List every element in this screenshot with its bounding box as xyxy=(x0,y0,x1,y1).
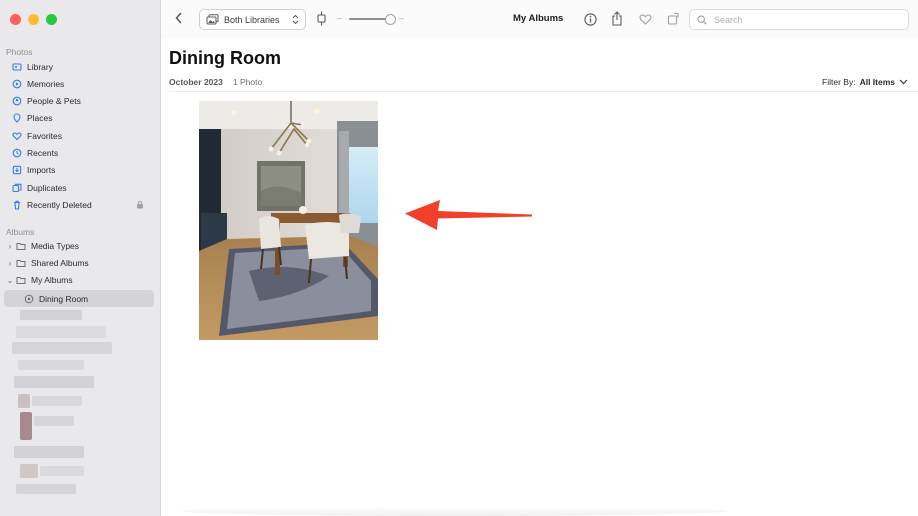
sidebar-item-people-pets[interactable]: People & Pets xyxy=(4,93,154,109)
bottom-shadow xyxy=(181,506,728,516)
folder-icon xyxy=(16,258,26,268)
search-input[interactable] xyxy=(712,13,896,26)
chevron-down-icon xyxy=(899,79,908,85)
photo-count: 1 Photo xyxy=(232,77,263,87)
photos-window: Photos Library Memories People & Pets Pl… xyxy=(0,0,918,516)
filter-dropdown[interactable]: Filter By: All Items xyxy=(822,77,908,87)
library-selector-label: Both Libraries xyxy=(224,14,280,25)
sidebar-item-duplicates[interactable]: Duplicates xyxy=(4,180,154,196)
minimize-button[interactable] xyxy=(28,14,39,25)
share-icon xyxy=(612,10,622,26)
library-icon xyxy=(12,62,22,72)
sidebar-item-label: Duplicates xyxy=(27,183,67,193)
sidebar: Photos Library Memories People & Pets Pl… xyxy=(0,0,161,516)
album-date: October 2023 xyxy=(169,77,223,87)
filter-value: All Items xyxy=(859,77,895,87)
updown-chevron-icon xyxy=(292,14,299,25)
sidebar-item-label: People & Pets xyxy=(27,96,81,106)
photos-section-header: Photos xyxy=(6,47,33,57)
sidebar-item-memories[interactable]: Memories xyxy=(4,76,154,92)
info-button[interactable] xyxy=(582,11,598,27)
close-button[interactable] xyxy=(10,14,21,25)
heart-icon xyxy=(639,14,651,25)
sidebar-item-places[interactable]: Places xyxy=(4,110,154,126)
sidebar-item-label: Shared Albums xyxy=(31,258,89,268)
sidebar-item-recently-deleted[interactable]: Recently Deleted xyxy=(4,197,154,213)
red-arrow-annotation xyxy=(405,200,532,230)
header-divider xyxy=(169,91,918,92)
sidebar-item-label: Dining Room xyxy=(39,293,89,304)
page-title: Dining Room xyxy=(169,48,281,68)
adjust-icon xyxy=(316,11,326,26)
sidebar-item-label: Recently Deleted xyxy=(27,200,92,210)
sidebar-item-label: My Albums xyxy=(31,275,73,285)
albums-section-header: Albums xyxy=(6,227,35,237)
zoom-button[interactable] xyxy=(46,14,57,25)
duplicates-icon xyxy=(12,183,22,193)
heart-icon xyxy=(12,131,22,141)
share-button[interactable] xyxy=(609,9,625,27)
slider-knob[interactable] xyxy=(385,13,396,25)
photos-library-icon xyxy=(206,14,219,25)
blurred-album-list xyxy=(4,308,154,508)
zoom-out-icon: – xyxy=(337,13,343,23)
sidebar-item-label: Imports xyxy=(27,165,56,175)
import-icon xyxy=(12,165,22,175)
lock-icon xyxy=(136,200,144,211)
trash-icon xyxy=(12,200,22,210)
sidebar-item-label: Places xyxy=(27,113,53,123)
places-icon xyxy=(12,113,22,123)
filter-label: Filter By: xyxy=(822,77,856,87)
sidebar-item-label: Memories xyxy=(27,79,65,89)
chevron-left-icon xyxy=(175,12,182,24)
sidebar-item-recents[interactable]: Recents xyxy=(4,145,154,161)
sidebar-item-label: Library xyxy=(27,62,53,72)
photo-thumbnail[interactable] xyxy=(199,101,378,340)
sidebar-item-shared-albums[interactable]: › Shared Albums xyxy=(4,255,154,271)
album-icon xyxy=(24,294,34,304)
sidebar-item-label: Favorites xyxy=(27,131,62,141)
album-meta: October 2023 1 Photo xyxy=(169,77,262,87)
sidebar-item-label: Recents xyxy=(27,148,59,158)
chevron-right-icon[interactable]: › xyxy=(6,242,14,251)
chevron-down-icon[interactable]: ⌄ xyxy=(6,276,14,285)
zoom-in-icon: – xyxy=(399,13,405,23)
favorite-button[interactable] xyxy=(637,11,653,27)
memories-icon xyxy=(12,79,22,89)
dining-room-photo xyxy=(199,101,378,340)
window-controls xyxy=(10,14,57,25)
sidebar-item-media-types[interactable]: › Media Types xyxy=(4,238,154,254)
toolbar-title: My Albums xyxy=(513,13,564,24)
folder-icon xyxy=(16,241,26,251)
rotate-button[interactable] xyxy=(665,10,681,26)
back-button[interactable] xyxy=(171,10,187,26)
clock-icon xyxy=(12,148,22,158)
toolbar: Both Libraries – – My Albums xyxy=(161,0,918,38)
sidebar-item-imports[interactable]: Imports xyxy=(4,162,154,178)
chevron-right-icon[interactable]: › xyxy=(6,259,14,268)
sidebar-item-library[interactable]: Library xyxy=(4,59,154,75)
people-icon xyxy=(12,96,22,106)
search-field[interactable] xyxy=(689,9,909,30)
info-icon xyxy=(583,12,597,26)
rotate-icon xyxy=(667,12,679,25)
search-icon xyxy=(697,14,707,25)
rotate-adjust-button[interactable] xyxy=(313,10,329,27)
album-content: Dining Room October 2023 1 Photo Filter … xyxy=(161,38,918,516)
sidebar-item-dining-room[interactable]: Dining Room xyxy=(4,290,154,307)
sidebar-item-favorites[interactable]: Favorites xyxy=(4,128,154,144)
sidebar-item-my-albums[interactable]: ⌄ My Albums xyxy=(4,272,154,288)
folder-icon xyxy=(16,275,26,285)
zoom-slider[interactable]: – – xyxy=(337,12,407,26)
library-selector[interactable]: Both Libraries xyxy=(199,9,306,30)
sidebar-item-label: Media Types xyxy=(31,241,80,251)
